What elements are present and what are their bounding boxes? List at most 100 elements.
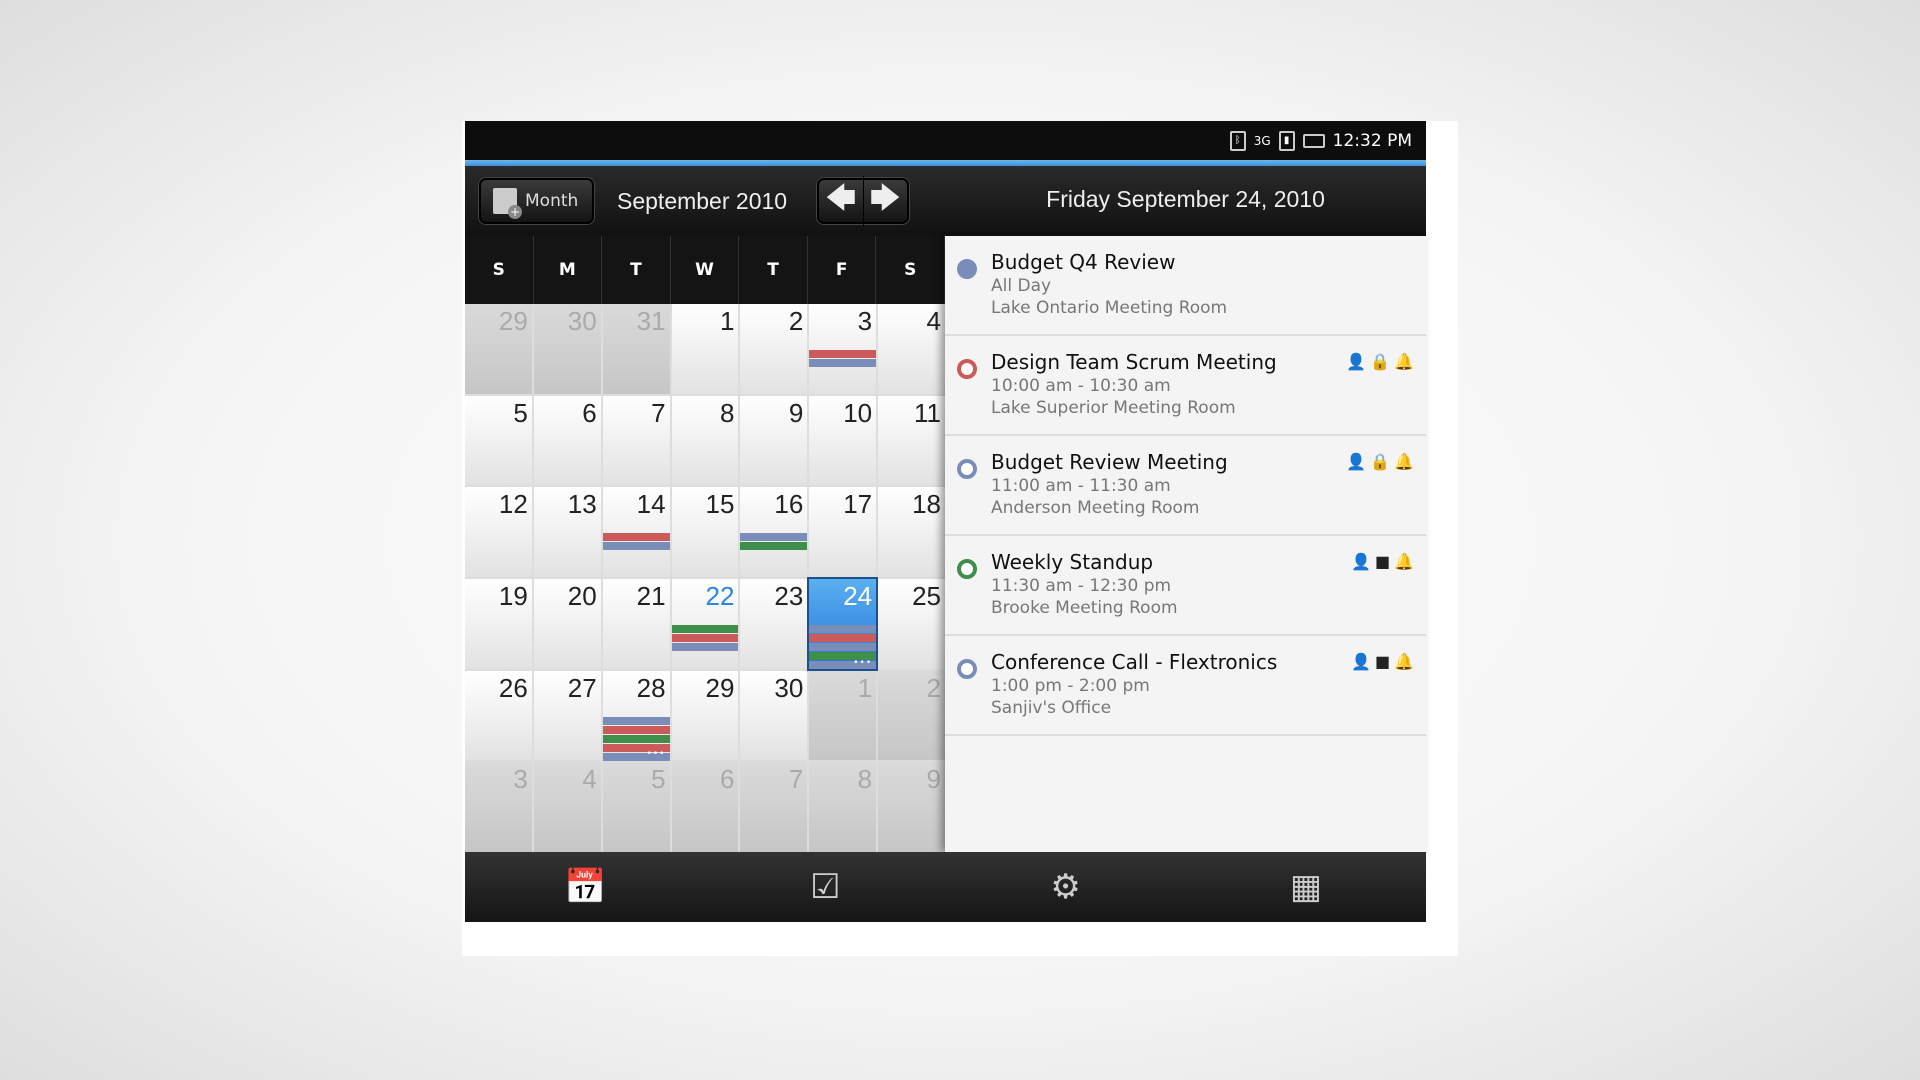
settings-icon[interactable]: ⚙ bbox=[1045, 866, 1087, 908]
day-number: 5 bbox=[651, 764, 666, 795]
prev-month-button[interactable]: 🡄 bbox=[819, 175, 864, 227]
day-cell[interactable]: 31 bbox=[602, 304, 670, 394]
today-icon[interactable]: ▦ bbox=[1285, 866, 1327, 908]
event-item[interactable]: Budget Q4 Review All Day Lake Ontario Meet… bbox=[945, 236, 1426, 336]
day-cell[interactable]: 13 bbox=[533, 487, 601, 577]
weekday-label: S bbox=[876, 236, 945, 304]
day-cell[interactable]: 11 bbox=[878, 395, 945, 486]
day-number: 4 bbox=[926, 306, 941, 336]
day-cell[interactable]: 22 bbox=[671, 578, 739, 669]
event-icons: 👤 🔒 🔔 bbox=[1346, 352, 1414, 371]
calendar-app: ᛒ 3G ▮ 12:32 PM Month September 2010 🡄 🡆… bbox=[465, 121, 1426, 922]
day-number: 30 bbox=[774, 672, 804, 703]
day-cell[interactable]: 5 bbox=[602, 762, 670, 852]
next-month-button[interactable]: 🡆 bbox=[864, 176, 908, 227]
day-cell[interactable]: 20 bbox=[533, 578, 601, 669]
day-cell[interactable]: 9 bbox=[740, 395, 808, 486]
event-bar bbox=[740, 542, 808, 551]
more-events-icon: ••• bbox=[646, 749, 666, 760]
day-cell[interactable]: 1 bbox=[809, 670, 877, 761]
event-location: Anderson Meeting Room bbox=[991, 498, 1200, 518]
day-cell[interactable]: 8 bbox=[809, 762, 877, 852]
day-cell[interactable]: 30 bbox=[533, 304, 601, 394]
month-nav: 🡄 🡆 bbox=[817, 175, 909, 227]
day-cell[interactable]: 21 bbox=[602, 578, 670, 669]
agenda-icon[interactable]: ☑ bbox=[804, 866, 846, 908]
day-cell[interactable]: 9 bbox=[878, 762, 945, 852]
day-cell[interactable]: 24 ••• bbox=[807, 576, 879, 671]
day-number: 15 bbox=[705, 489, 735, 520]
day-cell[interactable]: 3 bbox=[809, 304, 877, 394]
day-number: 5 bbox=[513, 397, 528, 428]
day-cell[interactable]: 23 bbox=[740, 578, 808, 669]
day-number: 11 bbox=[913, 397, 941, 428]
day-number: 9 bbox=[926, 764, 941, 795]
month-view-button[interactable]: Month bbox=[479, 178, 594, 224]
day-cell[interactable]: 26 bbox=[465, 670, 532, 761]
day-cell[interactable]: 4 bbox=[878, 304, 945, 394]
event-item[interactable]: Design Team Scrum Meeting 10:00 am - 10:3… bbox=[945, 336, 1426, 436]
event-item[interactable]: Conference Call - Flextronics 1:00 pm - 2… bbox=[945, 636, 1426, 736]
add-event-icon[interactable]: 📅 bbox=[564, 866, 606, 908]
day-cell[interactable]: 8 bbox=[671, 395, 739, 486]
event-item[interactable]: Budget Review Meeting 11:00 am - 11:30 am… bbox=[945, 436, 1426, 536]
weekday-label: T bbox=[602, 236, 671, 304]
day-number: 6 bbox=[582, 397, 597, 428]
day-cell[interactable]: 28 ••• bbox=[602, 670, 670, 761]
box-icon: ■ bbox=[1374, 652, 1391, 671]
day-cell[interactable]: 18 bbox=[878, 487, 945, 577]
day-number: 7 bbox=[651, 397, 666, 428]
person-icon: 👤 bbox=[1346, 452, 1367, 471]
day-cell[interactable]: 29 bbox=[671, 670, 739, 761]
day-cell[interactable]: 7 bbox=[602, 395, 670, 486]
day-number: 8 bbox=[857, 764, 873, 795]
day-cell[interactable]: 2 bbox=[878, 670, 945, 761]
day-number: 22 bbox=[705, 580, 735, 611]
day-cell[interactable]: 2 bbox=[740, 304, 808, 394]
day-number: 24 bbox=[843, 580, 873, 611]
day-cell[interactable]: 7 bbox=[740, 762, 808, 852]
day-cell[interactable]: 12 bbox=[465, 487, 532, 577]
day-cell[interactable]: 4 bbox=[533, 762, 601, 852]
day-cell[interactable]: 19 bbox=[465, 578, 532, 669]
day-number: 2 bbox=[788, 306, 804, 336]
day-number: 10 bbox=[843, 397, 873, 428]
day-cell[interactable]: 27 bbox=[533, 670, 601, 761]
event-bar bbox=[671, 642, 739, 651]
event-bar bbox=[809, 359, 877, 367]
day-cell[interactable]: 10 bbox=[809, 395, 877, 486]
day-number: 2 bbox=[926, 672, 941, 703]
event-item[interactable]: Weekly Standup 11:30 am - 12:30 pm Brooke … bbox=[945, 536, 1426, 636]
bell-icon: 🔔 bbox=[1394, 652, 1414, 671]
day-cell[interactable]: 14 bbox=[602, 487, 670, 577]
event-location: Brooke Meeting Room bbox=[991, 598, 1178, 618]
day-number: 29 bbox=[498, 306, 528, 336]
day-cell[interactable]: 6 bbox=[533, 395, 601, 486]
day-cell[interactable]: 15 bbox=[671, 487, 739, 577]
day-number: 12 bbox=[498, 489, 528, 520]
day-number: 9 bbox=[788, 397, 804, 428]
event-bar bbox=[602, 734, 670, 743]
event-icons: 👤 ■ 🔔 bbox=[1351, 652, 1414, 671]
day-cell[interactable]: 6 bbox=[671, 762, 739, 852]
day-cell[interactable]: 25 bbox=[878, 578, 945, 669]
event-time: 11:00 am - 11:30 am bbox=[991, 476, 1171, 496]
day-number: 1 bbox=[857, 672, 873, 703]
selected-day-title: Friday September 24, 2010 bbox=[1046, 186, 1325, 212]
event-bar bbox=[602, 725, 670, 734]
day-cell[interactable]: 3 bbox=[465, 762, 532, 852]
lock-icon: 🔒 bbox=[1370, 452, 1391, 471]
event-icons: 👤 ■ 🔔 bbox=[1351, 552, 1414, 571]
day-cell[interactable]: 16 bbox=[740, 487, 808, 577]
day-cell[interactable]: 5 bbox=[465, 395, 532, 486]
day-cell[interactable]: 29 bbox=[465, 304, 532, 394]
day-number: 29 bbox=[705, 672, 735, 703]
day-cell[interactable]: 1 bbox=[671, 304, 739, 394]
day-number: 17 bbox=[843, 489, 873, 520]
event-bars bbox=[602, 533, 670, 551]
day-cell[interactable]: 17 bbox=[809, 487, 877, 577]
event-bars bbox=[671, 624, 739, 652]
3g-icon: 3G bbox=[1253, 133, 1271, 148]
day-cell[interactable]: 30 bbox=[740, 670, 808, 761]
signal-icon: ▮ bbox=[1278, 130, 1295, 151]
